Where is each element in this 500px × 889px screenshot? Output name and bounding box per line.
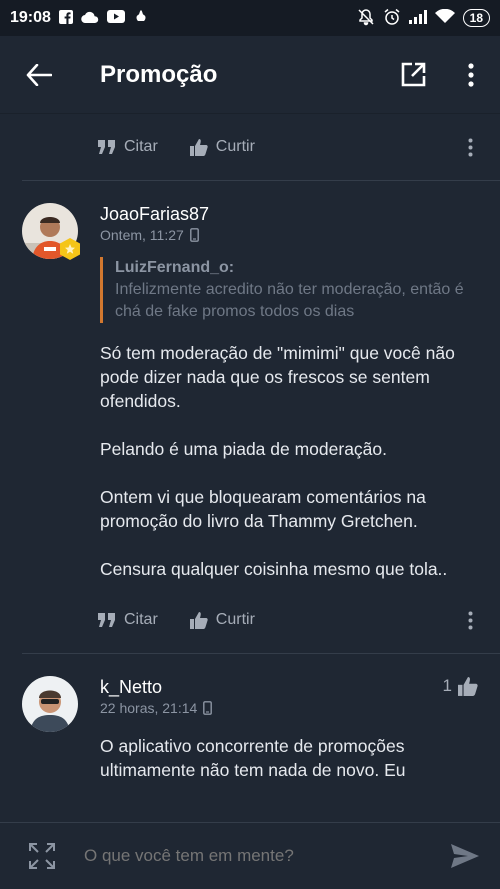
comment-paragraph: O aplicativo concorrente de promoções ul… bbox=[100, 736, 406, 780]
comment-paragraph: Só tem moderação de "mimimi" que você nã… bbox=[100, 343, 455, 411]
like-label: Curtir bbox=[215, 611, 255, 628]
comment-paragraph: Pelando é uma piada de moderação. bbox=[100, 439, 388, 459]
thumbs-up-icon bbox=[189, 138, 208, 156]
more-vert-icon bbox=[468, 138, 472, 156]
avatar[interactable] bbox=[22, 676, 78, 732]
more-options-button[interactable] bbox=[442, 36, 500, 114]
app-bar: Promoção bbox=[0, 36, 500, 114]
comment-author[interactable]: JoaoFarias87 bbox=[100, 203, 480, 225]
comment-item: 1 k_Netto 22 horas, 21:14 O aplicativo c… bbox=[0, 654, 500, 782]
open-external-icon bbox=[401, 62, 426, 86]
battery-indicator: 18 bbox=[462, 9, 490, 27]
status-time: 19:08 bbox=[10, 9, 51, 26]
like-button[interactable]: Curtir bbox=[189, 611, 255, 629]
comment-item: JoaoFarias87 Ontem, 11:27 LuizFernand_o:… bbox=[0, 181, 500, 581]
send-icon bbox=[451, 844, 479, 868]
mobile-icon bbox=[189, 228, 199, 242]
comment-time: Ontem, 11:27 bbox=[100, 227, 184, 243]
cloud-icon bbox=[81, 11, 99, 26]
signal-icon bbox=[408, 9, 427, 27]
mobile-icon bbox=[203, 701, 213, 715]
youtube-icon bbox=[106, 10, 125, 26]
back-button[interactable] bbox=[0, 36, 78, 114]
quoted-comment: LuizFernand_o: Infelizmente acredito não… bbox=[100, 257, 480, 323]
like-button[interactable]: Curtir bbox=[189, 138, 255, 156]
send-button[interactable] bbox=[430, 843, 500, 869]
quote-icon bbox=[98, 140, 115, 154]
thumbs-up-icon bbox=[189, 611, 208, 629]
comment-paragraph: Ontem vi que bloquearam comentários na p… bbox=[100, 487, 426, 531]
quote-icon bbox=[98, 613, 115, 627]
notification-app-icon bbox=[133, 9, 149, 28]
comment-meta: 22 horas, 21:14 bbox=[100, 700, 480, 716]
comment-body: Só tem moderação de "mimimi" que você nã… bbox=[100, 341, 480, 581]
quote-text: Infelizmente acredito não ter moderação,… bbox=[115, 281, 464, 320]
quote-author: LuizFernand_o: bbox=[115, 259, 235, 276]
comment-composer bbox=[0, 822, 500, 889]
comment-actions: Citar Curtir bbox=[0, 587, 500, 653]
expand-icon bbox=[29, 843, 55, 869]
like-label: Curtir bbox=[215, 138, 255, 155]
comment-author[interactable]: k_Netto bbox=[100, 676, 480, 698]
level-badge-icon bbox=[58, 237, 82, 261]
mute-icon bbox=[357, 8, 375, 29]
comment-body: O aplicativo concorrente de promoções ul… bbox=[100, 734, 480, 782]
cite-button[interactable]: Citar bbox=[98, 138, 158, 156]
comment-actions: Citar Curtir bbox=[0, 114, 500, 180]
more-vert-icon bbox=[468, 611, 472, 629]
alarm-icon bbox=[383, 8, 401, 29]
comment-time: 22 horas, 21:14 bbox=[100, 700, 198, 716]
expand-composer-button[interactable] bbox=[0, 842, 84, 870]
more-vert-icon bbox=[468, 62, 474, 87]
status-bar: 19:08 18 bbox=[0, 0, 500, 36]
cite-label: Citar bbox=[124, 138, 158, 155]
like-count-value: 1 bbox=[442, 676, 452, 695]
page-title: Promoção bbox=[100, 60, 218, 88]
open-external-button[interactable] bbox=[384, 36, 442, 114]
comments-list: Citar Curtir JoaoFarias87 Ontem, 11:27 L… bbox=[0, 114, 500, 822]
like-count[interactable]: 1 bbox=[443, 676, 478, 696]
facebook-icon bbox=[58, 9, 73, 27]
comment-paragraph: Censura qualquer coisinha mesmo que tola… bbox=[100, 559, 448, 579]
comment-more-button[interactable] bbox=[440, 611, 500, 630]
comment-meta: Ontem, 11:27 bbox=[100, 227, 480, 243]
arrow-left-icon bbox=[26, 63, 52, 86]
cite-button[interactable]: Citar bbox=[98, 611, 158, 629]
comment-input[interactable] bbox=[84, 846, 430, 866]
thumbs-up-icon bbox=[458, 676, 478, 696]
comment-more-button[interactable] bbox=[440, 138, 500, 157]
cite-label: Citar bbox=[124, 611, 158, 628]
wifi-icon bbox=[434, 8, 455, 27]
